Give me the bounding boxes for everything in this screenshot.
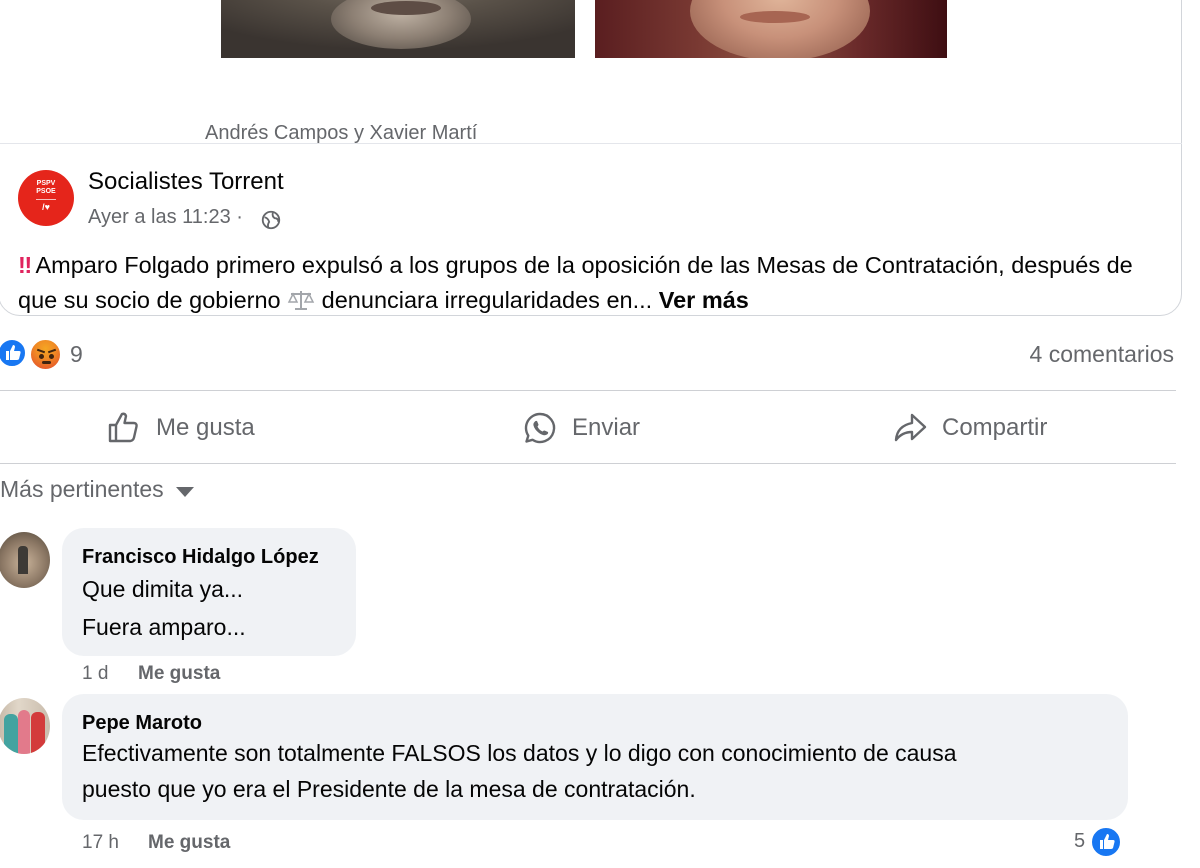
post-image-left[interactable] (221, 0, 575, 58)
avatar-figure (18, 710, 30, 754)
thumbs-up-outline-icon (108, 412, 138, 443)
post-text: ‼ Amparo Folgado primero expulsó a los g… (18, 248, 1168, 318)
page-avatar[interactable]: PSPV PSOE /♥ (18, 170, 74, 226)
avatar[interactable] (0, 532, 50, 588)
avatar[interactable] (0, 698, 50, 754)
comment-time[interactable]: 17 h (82, 832, 119, 854)
angry-eye (49, 354, 54, 359)
mouth-left (371, 1, 441, 15)
like-reaction-icon[interactable] (1090, 826, 1122, 858)
like-button[interactable]: Me gusta (106, 404, 255, 452)
comment-like-button[interactable]: Me gusta (148, 832, 230, 854)
comment-sort-dropdown[interactable]: Más pertinentes (0, 476, 194, 503)
thumbs-up-icon (1100, 834, 1115, 849)
caption-divider (0, 143, 1182, 144)
divider (0, 390, 1176, 391)
comment-text-line: puesto que yo era el Presidente de la me… (82, 776, 696, 802)
post-timestamp[interactable]: Ayer a las 11:23 · (88, 206, 243, 229)
comment-reaction-count[interactable]: 5 (1074, 830, 1085, 853)
avatar-figure (4, 714, 18, 754)
post-image-right[interactable] (595, 0, 947, 58)
image-caption: Andrés Campos y Xavier Martí (205, 122, 478, 144)
send-whatsapp-button[interactable]: Enviar (522, 404, 640, 452)
angry-eye (39, 354, 44, 359)
angry-brow (36, 348, 46, 354)
whatsapp-icon (524, 412, 556, 444)
like-label: Me gusta (156, 414, 255, 441)
avatar-logo-text: /♥ (42, 202, 50, 212)
share-label: Compartir (942, 414, 1048, 441)
avatar-logo-line (36, 199, 56, 200)
angry-brow (47, 348, 57, 354)
angry-reaction-icon[interactable] (29, 338, 62, 371)
like-reaction-icon[interactable] (0, 338, 27, 368)
double-exclamation-icon: ‼ (18, 252, 32, 278)
comment-author[interactable]: Francisco Hidalgo López (82, 546, 319, 569)
sort-label: Más pertinentes (0, 476, 164, 502)
post-text-part2: denunciara irregularidades en... (321, 287, 653, 313)
angry-mouth (42, 361, 51, 364)
comment-like-button[interactable]: Me gusta (138, 663, 220, 685)
avatar-logo-text: PSOE (36, 188, 56, 195)
share-arrow-icon (894, 413, 927, 442)
comment-count-link[interactable]: 4 comentarios (1030, 341, 1174, 368)
page-name[interactable]: Socialistes Torrent (88, 168, 284, 196)
avatar-figure (18, 546, 28, 574)
comment-text-line: Fuera amparo... (82, 614, 246, 640)
mouth-right (740, 11, 810, 23)
divider (0, 463, 1176, 464)
comment-text-line: Que dimita ya... (82, 576, 244, 602)
comment-text-line: Efectivamente son totalmente FALSOS los … (82, 740, 957, 766)
comment-time[interactable]: 1 d (82, 663, 108, 685)
globe-icon (261, 210, 281, 230)
caret-down-icon (175, 486, 194, 497)
face-right (690, 0, 870, 58)
comment-bubble: Pepe Maroto Efectivamente son totalmente… (62, 694, 1128, 820)
send-label: Enviar (572, 414, 641, 441)
comment-bubble: Francisco Hidalgo López Que dimita ya...… (62, 528, 356, 656)
avatar-logo-text: PSPV (36, 180, 56, 187)
share-button[interactable]: Compartir (892, 404, 1047, 452)
see-more-link[interactable]: Ver más (659, 287, 749, 313)
balance-scale-icon (287, 291, 315, 310)
thumbs-up-icon (6, 345, 21, 360)
comment-author[interactable]: Pepe Maroto (82, 712, 202, 735)
reaction-count[interactable]: 9 (70, 341, 83, 368)
avatar-figure (31, 712, 45, 754)
